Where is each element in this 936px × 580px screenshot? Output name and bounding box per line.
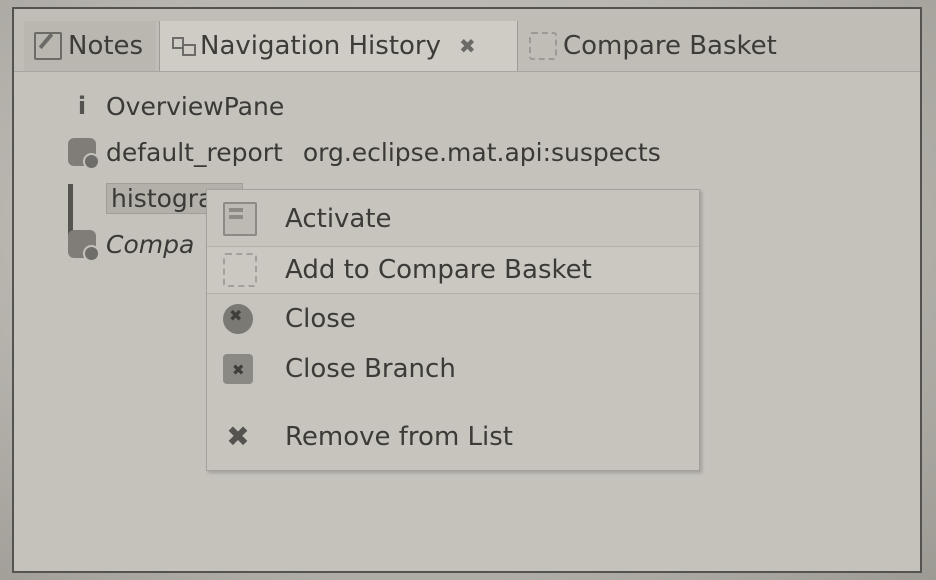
histogram-icon xyxy=(68,184,96,238)
menu-item-close[interactable]: Close xyxy=(207,296,699,342)
tab-notes-label: Notes xyxy=(68,31,144,61)
tree-item-overview-pane[interactable]: i OverviewPane xyxy=(68,86,284,126)
report-icon xyxy=(68,230,100,262)
tree-item-label: OverviewPane xyxy=(106,91,285,121)
tree-item-secondary: org.eclipse.mat.api:suspects xyxy=(302,137,661,167)
close-icon xyxy=(223,304,253,334)
tab-notes[interactable]: Notes xyxy=(24,21,156,71)
tab-compare-basket-label: Compare Basket xyxy=(563,31,777,61)
menu-item-label: Add to Compare Basket xyxy=(285,255,592,285)
tree-item-default-report[interactable]: default_report org.eclipse.mat.api:suspe… xyxy=(68,132,661,172)
menu-item-label: Close xyxy=(285,304,356,334)
tree-item-label: Compa xyxy=(106,229,195,259)
notes-icon xyxy=(34,32,62,60)
menu-item-activate[interactable]: Activate xyxy=(207,196,699,242)
info-icon: i xyxy=(77,92,87,120)
navigation-history-icon xyxy=(170,34,196,58)
tab-compare-basket[interactable]: Compare Basket xyxy=(519,21,819,71)
compare-basket-icon xyxy=(529,32,557,60)
menu-item-remove-from-list[interactable]: ✖ Remove from List xyxy=(207,414,699,460)
tab-navigation-history-label: Navigation History xyxy=(200,31,441,61)
menu-item-label: Activate xyxy=(285,204,392,234)
tab-navigation-history[interactable]: Navigation History ✖ xyxy=(159,21,518,71)
navigation-history-view: Notes Navigation History ✖ Compare Baske… xyxy=(12,7,922,573)
activate-icon xyxy=(223,202,257,236)
add-to-basket-icon xyxy=(223,253,257,287)
context-menu: Activate Add to Compare Basket Close Clo… xyxy=(206,189,700,471)
tree-item-label: default_report xyxy=(106,137,283,167)
menu-item-label: Close Branch xyxy=(285,354,456,384)
menu-item-add-to-compare-basket[interactable]: Add to Compare Basket xyxy=(207,246,699,294)
view-tab-bar: Notes Navigation History ✖ Compare Baske… xyxy=(14,9,920,72)
menu-item-close-branch[interactable]: Close Branch xyxy=(207,346,699,392)
remove-icon: ✖ xyxy=(226,420,250,453)
menu-item-label: Remove from List xyxy=(285,422,513,452)
close-branch-icon xyxy=(223,354,253,384)
screen: Notes Navigation History ✖ Compare Baske… xyxy=(0,0,936,580)
report-icon xyxy=(68,138,100,170)
tree-item-compare[interactable]: Compa xyxy=(68,224,194,264)
tab-close-icon[interactable]: ✖ xyxy=(459,34,476,58)
